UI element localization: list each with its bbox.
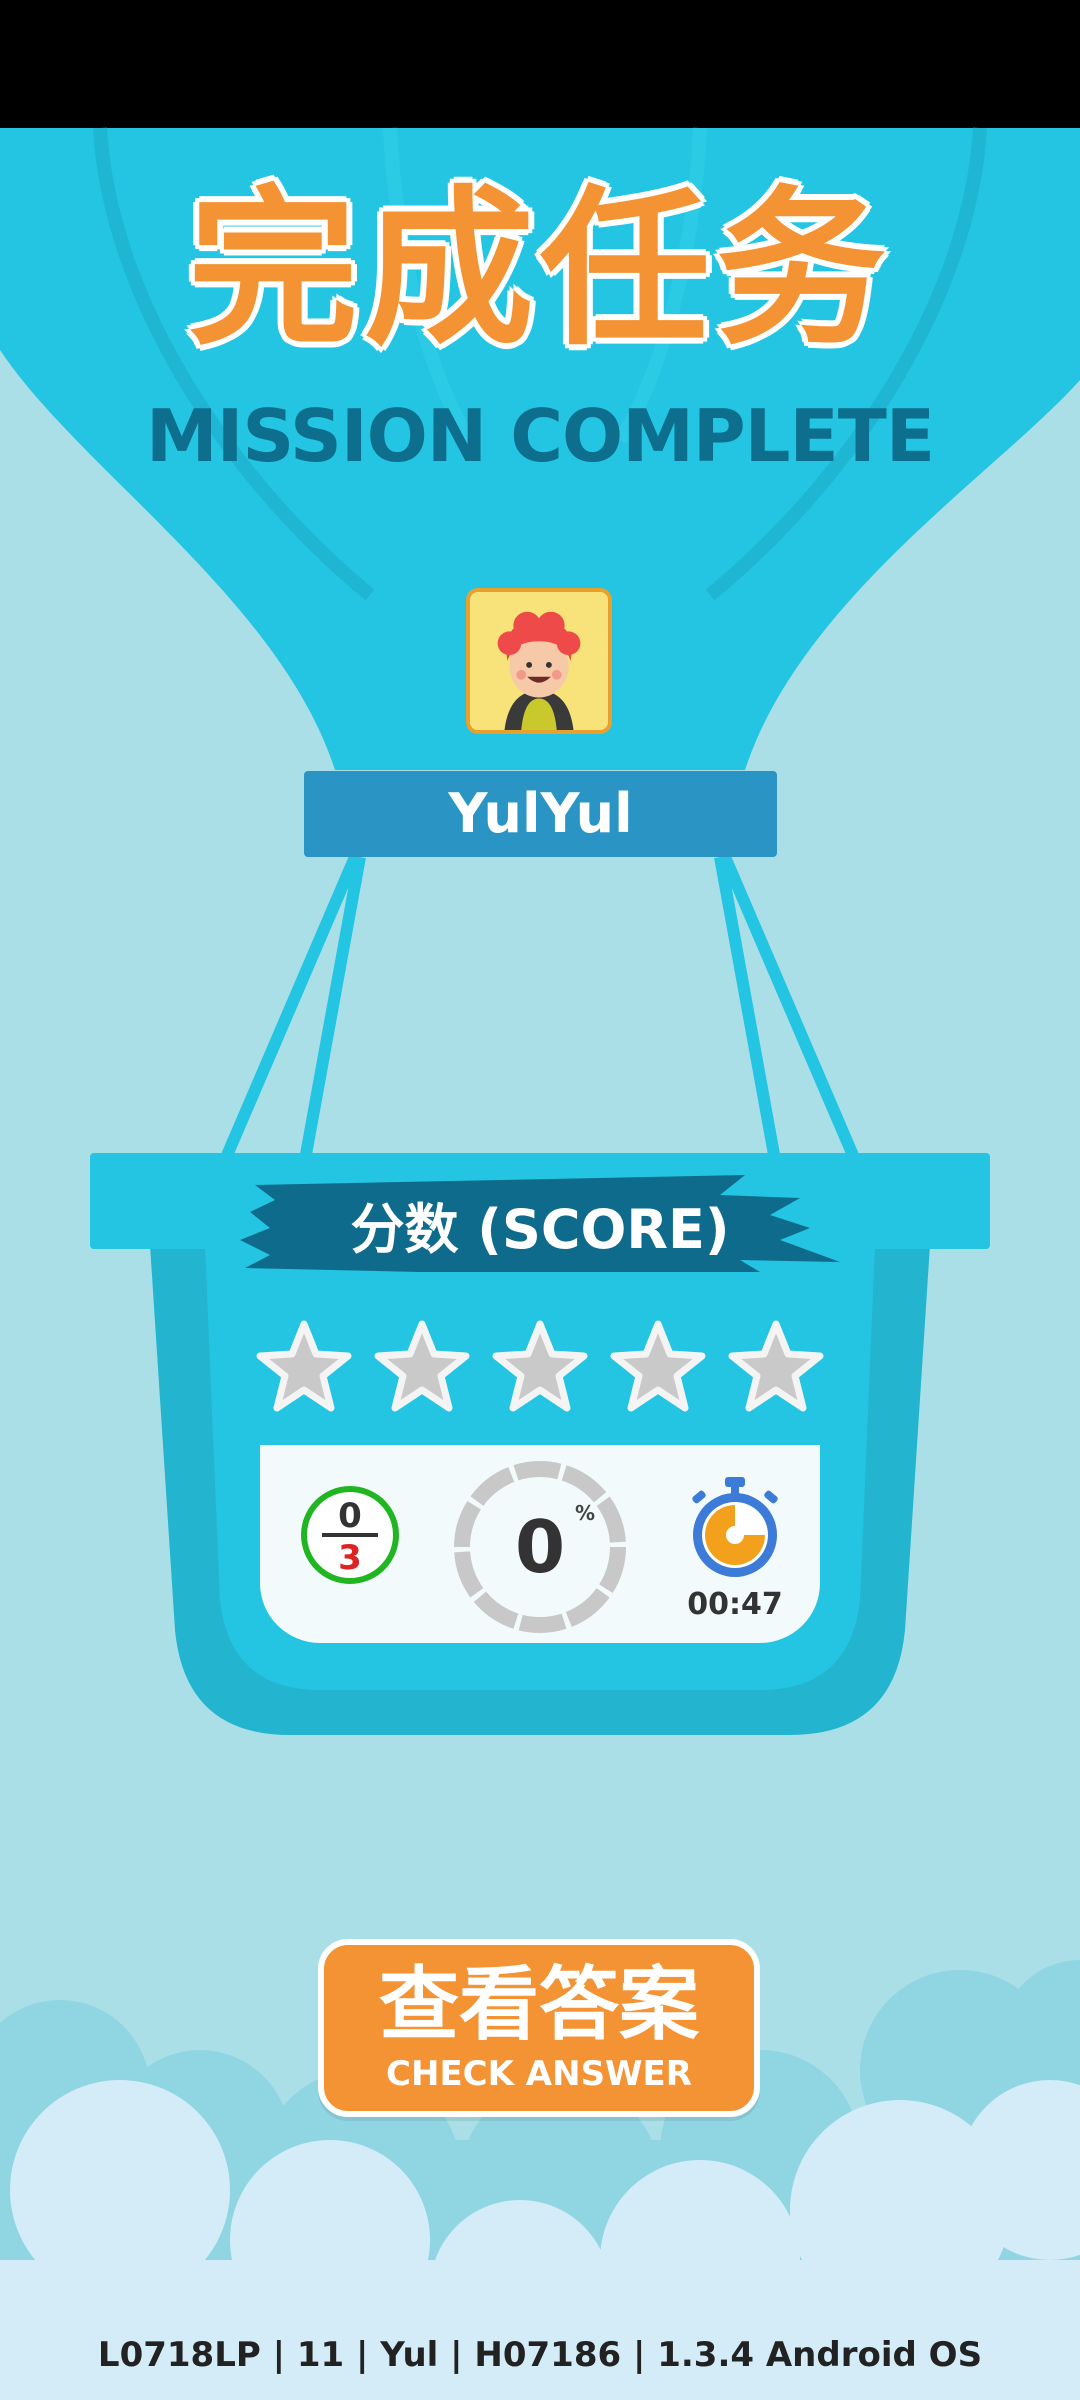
correct-answers-badge: 0 3	[300, 1485, 400, 1585]
star-rating	[254, 1318, 826, 1418]
check-answer-button[interactable]: 查看答案 CHECK ANSWER	[318, 1939, 760, 2117]
star-icon	[374, 1320, 470, 1412]
star-icon	[728, 1320, 824, 1412]
correct-count: 0	[338, 1496, 362, 1536]
check-answer-label-chinese: 查看答案	[379, 1958, 699, 2051]
total-count: 3	[338, 1538, 362, 1578]
player-name: YulYul	[304, 771, 777, 857]
star-icon	[610, 1320, 706, 1412]
avatar	[466, 588, 612, 734]
mission-title-chinese: 完成任务	[187, 171, 892, 369]
elapsed-time: 00:47	[687, 1587, 783, 1622]
star-icon	[492, 1320, 588, 1412]
score-label: 分数 (SCORE)	[350, 1198, 730, 1261]
star-icon	[256, 1320, 352, 1412]
percent-sign: %	[575, 1501, 596, 1525]
stopwatch-icon	[692, 1477, 778, 1577]
mission-title-english: MISSION COMPLETE	[145, 394, 935, 478]
timer: 00:47	[680, 1475, 790, 1622]
percent-gauge: 0 %	[450, 1457, 630, 1637]
results-panel: 0 3 0 % 00:47	[260, 1445, 820, 1643]
child-avatar-icon	[470, 592, 608, 730]
percent-value: 0	[514, 1505, 566, 1589]
build-info: L0718LP | 11 | Yul | H07186 | 1.3.4 Andr…	[97, 2335, 983, 2375]
check-answer-label-english: CHECK ANSWER	[386, 2054, 692, 2094]
